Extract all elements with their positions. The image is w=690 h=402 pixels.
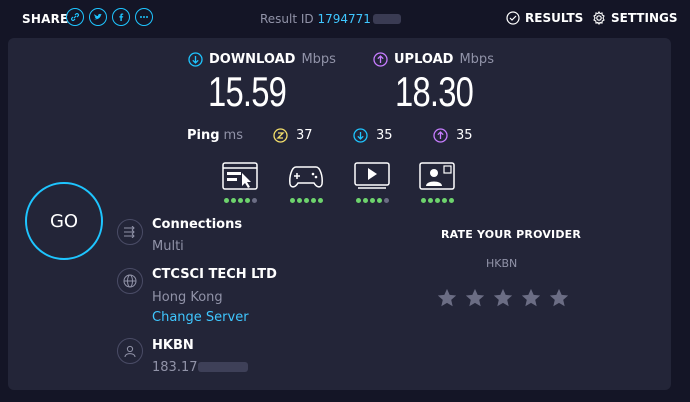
top-bar: SHARE Result ID 1794771 RESULTS SETTINGS [0,0,690,38]
video-streaming-icon [354,162,390,189]
star-icon[interactable] [436,287,458,309]
rating-dot [230,198,236,203]
share-label: SHARE [22,12,69,26]
share-icons [66,8,153,26]
download-unit: Mbps [301,52,336,67]
rating-stars [436,287,570,309]
ping-download: 35 [353,128,393,143]
server-name: CTCSCI TECH LTD [152,267,277,282]
ping-download-value: 35 [376,128,393,143]
twitter-icon[interactable] [89,8,107,26]
facebook-icon[interactable] [112,8,130,26]
connections-title: Connections [152,217,243,232]
change-server-link[interactable]: Change Server [152,310,249,325]
star-icon[interactable] [464,287,486,309]
ping-unit: ms [223,128,243,143]
rating-dot [441,198,447,203]
gaming-icon [289,166,323,188]
star-icon[interactable] [548,287,570,309]
gear-icon [593,11,605,25]
download-latency-icon [353,128,368,143]
ping-idle: 37 [273,128,313,143]
upload-arrow-icon [373,52,388,67]
rating-dot [420,198,426,203]
upload-unit: Mbps [459,52,494,67]
results-panel: DOWNLOAD Mbps 15.59 UPLOAD Mbps 18.30 Pi… [8,38,671,390]
go-button[interactable]: GO [25,182,103,260]
web-browsing-icon [222,162,258,190]
video-streaming-dots [354,198,390,203]
rating-dot [237,198,243,203]
ping-upload-value: 35 [456,128,473,143]
ping-label: Ping ms [187,128,243,143]
server-location: Hong Kong [152,290,223,305]
upload-value: 18.30 [395,68,474,115]
result-id-value[interactable]: 1794771 [318,12,371,26]
rate-provider-name: HKBN [486,257,518,270]
star-icon[interactable] [520,287,542,309]
redacted-blur [197,362,248,372]
provider-ip: 183.17 [152,360,248,375]
rating-dot [244,198,250,203]
rating-dot [317,198,323,203]
result-id: Result ID 1794771 [260,12,401,26]
rating-dot [289,198,295,203]
download-value: 15.59 [208,68,287,115]
download-header: DOWNLOAD Mbps [188,52,336,67]
globe-icon [117,268,143,294]
settings-button[interactable]: SETTINGS [592,11,678,25]
provider-name: HKBN [152,338,194,353]
connections-value: Multi [152,239,184,254]
upload-latency-icon [433,128,448,143]
upload-label: UPLOAD [394,52,454,67]
star-icon[interactable] [492,287,514,309]
results-label: RESULTS [525,11,584,25]
settings-label: SETTINGS [611,11,678,25]
result-id-label: Result ID [260,12,314,26]
download-label: DOWNLOAD [209,52,296,67]
upload-header: UPLOAD Mbps [373,52,494,67]
rating-dot [427,198,433,203]
connections-icon [117,219,143,245]
rating-dot [310,198,316,203]
rating-dot [383,198,389,203]
more-icon[interactable] [135,8,153,26]
idle-latency-icon [273,128,288,143]
download-arrow-icon [188,52,203,67]
user-icon [117,338,143,364]
rating-dot [296,198,302,203]
ping-upload: 35 [433,128,473,143]
rating-dot [369,198,375,203]
web-browsing-rating [222,162,258,203]
web-browsing-dots [222,198,258,203]
video-call-rating [419,162,455,203]
rate-provider-title: RATE YOUR PROVIDER [441,228,582,241]
rating-dot [223,198,229,203]
rating-dot [303,198,309,203]
check-circle-icon [506,11,520,25]
ping-title: Ping [187,128,220,143]
ping-idle-value: 37 [296,128,313,143]
provider-ip-value: 183.17 [152,360,198,375]
rating-dot [355,198,361,203]
rating-dot [362,198,368,203]
redacted-blur [372,14,401,24]
rating-dot [376,198,382,203]
rating-dot [448,198,454,203]
rating-dot [251,198,257,203]
video-call-icon [419,162,455,190]
video-call-dots [419,198,455,203]
video-streaming-rating [354,162,390,203]
gaming-dots [288,198,324,203]
results-button[interactable]: RESULTS [506,11,583,25]
rating-dot [434,198,440,203]
link-icon[interactable] [66,8,84,26]
gaming-rating [288,162,324,203]
